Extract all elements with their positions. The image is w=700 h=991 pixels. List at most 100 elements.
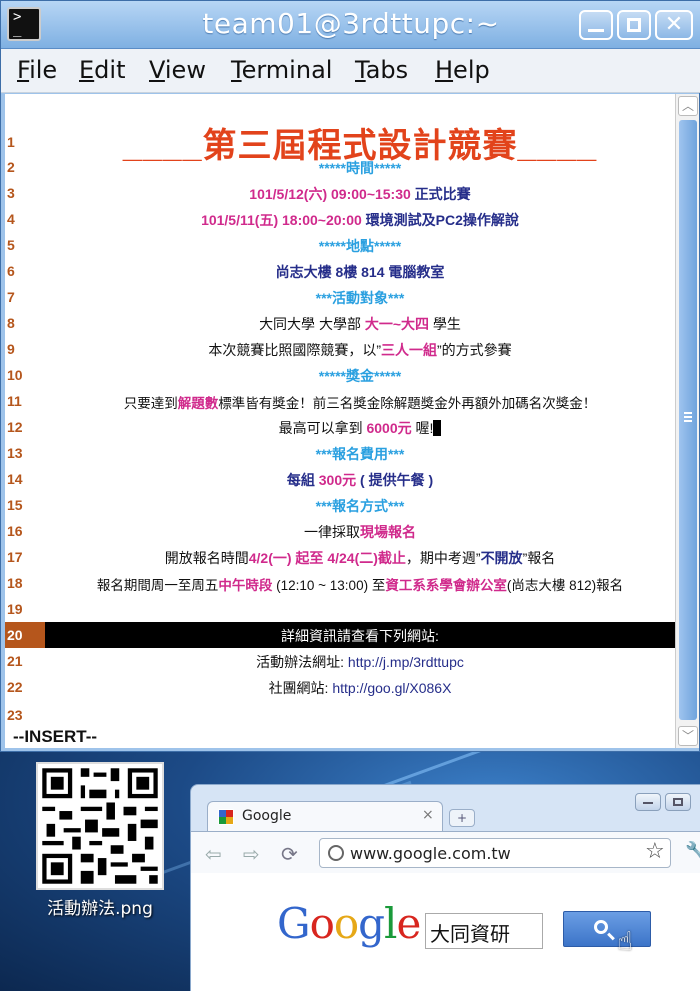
minimize-button[interactable] [579,10,613,40]
desktop: 活動辦法.png Google × + ⇦ ⇨ ⟳ www.google.com… [0,752,700,991]
menu-bar: File Edit View Terminal Tabs Help [1,49,700,93]
line-number: 8 [7,315,15,331]
text-line: 15 ***報名方式*** [5,492,675,518]
address-bar[interactable]: www.google.com.tw [319,838,671,868]
globe-icon [328,845,344,861]
text-segment: (尚志大樓 812)報名 [506,578,624,593]
text-segment: 解題數 [177,396,219,411]
text-line: 21 活動辦法網址: http://j.mp/3rdttupc [5,648,675,674]
qr-code-icon [38,764,162,888]
terminal-window: > _ team01@3rdttupc:~ ✕ File Edit View Te… [0,0,700,752]
text-segment: 大同大學 大學部 [259,316,365,332]
text-segment: 最高可以拿到 [278,420,367,436]
browser-tab[interactable]: Google × [207,801,443,831]
text-segment: 本次競賽比照國際競賽，以” [208,342,381,358]
text-segment: 不開放 [480,550,523,566]
scroll-down-icon[interactable]: ﹀ [678,726,698,746]
terminal-content[interactable]: 1 ____第三屆程式設計競賽____ 2 *****時間***** 3 101… [5,94,675,748]
maximize-icon [619,12,649,38]
back-icon[interactable]: ⇦ [205,842,222,866]
forward-icon[interactable]: ⇨ [243,842,260,866]
menu-view[interactable]: View [149,56,206,84]
text-line: 22 社團網站: http://goo.gl/X086X [5,674,675,700]
text-line: 7 ***活動對象*** [5,284,675,310]
text-segment: 報名期間周一至周五 [96,578,219,593]
scrollbar-thumb[interactable] [679,120,697,720]
close-icon: ✕ [664,12,684,37]
title-bar[interactable]: > _ team01@3rdttupc:~ ✕ [1,1,700,49]
tab-close-icon[interactable]: × [422,807,434,823]
text-line: 12 最高可以拿到 6000元 喔! [5,414,675,440]
text-segment: 6000元 [366,420,412,436]
text-segment: 101/5/12(六) 09:00~15:30 [249,186,411,202]
text-segment: 現場報名 [360,524,416,540]
search-input[interactable]: 大同資研 [425,913,543,949]
close-button[interactable]: ✕ [655,10,693,40]
line-number: 13 [7,445,23,461]
text-line: 1 ____第三屆程式設計競賽____ [5,127,675,165]
line-number: 18 [7,575,23,591]
hand-cursor-icon: ☝ [617,927,633,957]
reload-icon[interactable]: ⟳ [281,842,298,866]
line-number: 1 [7,134,15,150]
line-number: 5 [7,237,15,253]
activity-url-link[interactable]: http://j.mp/3rdttupc [348,654,464,670]
search-button[interactable] [563,911,651,947]
section-heading: *****時間***** [318,160,402,176]
menu-help[interactable]: Help [435,56,490,84]
text-line: 23 [5,702,675,728]
line-number: 2 [7,159,15,175]
bookmark-star-icon[interactable]: ☆ [645,839,665,864]
line-number: 20 [7,627,23,643]
text-line: 8 大同大學 大學部 大一~大四 學生 [5,310,675,336]
browser-maximize-button[interactable] [665,793,691,811]
text-segment: 活動辦法網址: [256,654,348,670]
text-segment: 大一~大四 [364,316,430,332]
club-url-link[interactable]: http://goo.gl/X086X [332,680,451,696]
google-favicon-icon [218,809,234,825]
minimize-icon [581,12,611,38]
text-segment: 喔! [411,420,434,436]
scroll-up-icon[interactable]: ︿ [678,96,698,116]
vim-mode-indicator: --INSERT-- [13,727,98,746]
scrollbar[interactable]: ︿ ﹀ [675,94,699,748]
browser-minimize-button[interactable] [635,793,661,811]
line-number: 6 [7,263,15,279]
text-line: 16 一律採取現場報名 [5,518,675,544]
new-tab-button[interactable]: + [449,809,475,827]
line-number: 15 [7,497,23,513]
line-number: 19 [7,601,23,617]
text-segment: 中午時段 [218,578,273,593]
text-line: 5 *****地點***** [5,232,675,258]
text-segment: 101/5/11(五) 18:00~20:00 [201,212,362,228]
line-number: 7 [7,289,15,305]
menu-tabs[interactable]: Tabs [355,56,408,84]
text-line: 10 *****獎金***** [5,362,675,388]
menu-edit[interactable]: Edit [79,56,125,84]
grip-icon [684,412,692,422]
text-line: 3 101/5/12(六) 09:00~15:30 正式比賽 [5,180,675,206]
tab-title: Google [242,808,292,824]
file-label[interactable]: 活動辦法.png [36,894,164,919]
text-line: 6 尚志大樓 8樓 814 電腦教室 [5,258,675,284]
section-heading: ***活動對象*** [315,290,405,306]
wrench-icon[interactable]: 🔧 [685,841,700,862]
line-number: 3 [7,185,15,201]
menu-terminal[interactable]: Terminal [231,56,332,84]
info-text: 詳細資訊請查看下列網站: [281,628,439,644]
section-heading: ***報名方式*** [315,498,405,514]
text-segment: 只要達到 [123,396,178,411]
maximize-button[interactable] [617,10,651,40]
text-segment: ”報名 [522,550,556,566]
text-segment: 開放報名時間 [164,550,249,566]
section-heading: *****獎金***** [318,368,402,384]
qr-code-file-icon[interactable] [36,762,164,890]
browser-window: Google × + ⇦ ⇨ ⟳ www.google.com.tw ☆ 🔧 G… [190,784,700,991]
text-segment: 每組 [286,472,319,488]
line-number: 21 [7,653,23,669]
text-line: 2 *****時間***** [5,154,675,180]
menu-file[interactable]: File [17,56,57,84]
text-segment: 4/2(一) 起至 4/24(二)截止 [248,550,406,566]
line-number: 16 [7,523,23,539]
line-number: 23 [7,707,23,723]
